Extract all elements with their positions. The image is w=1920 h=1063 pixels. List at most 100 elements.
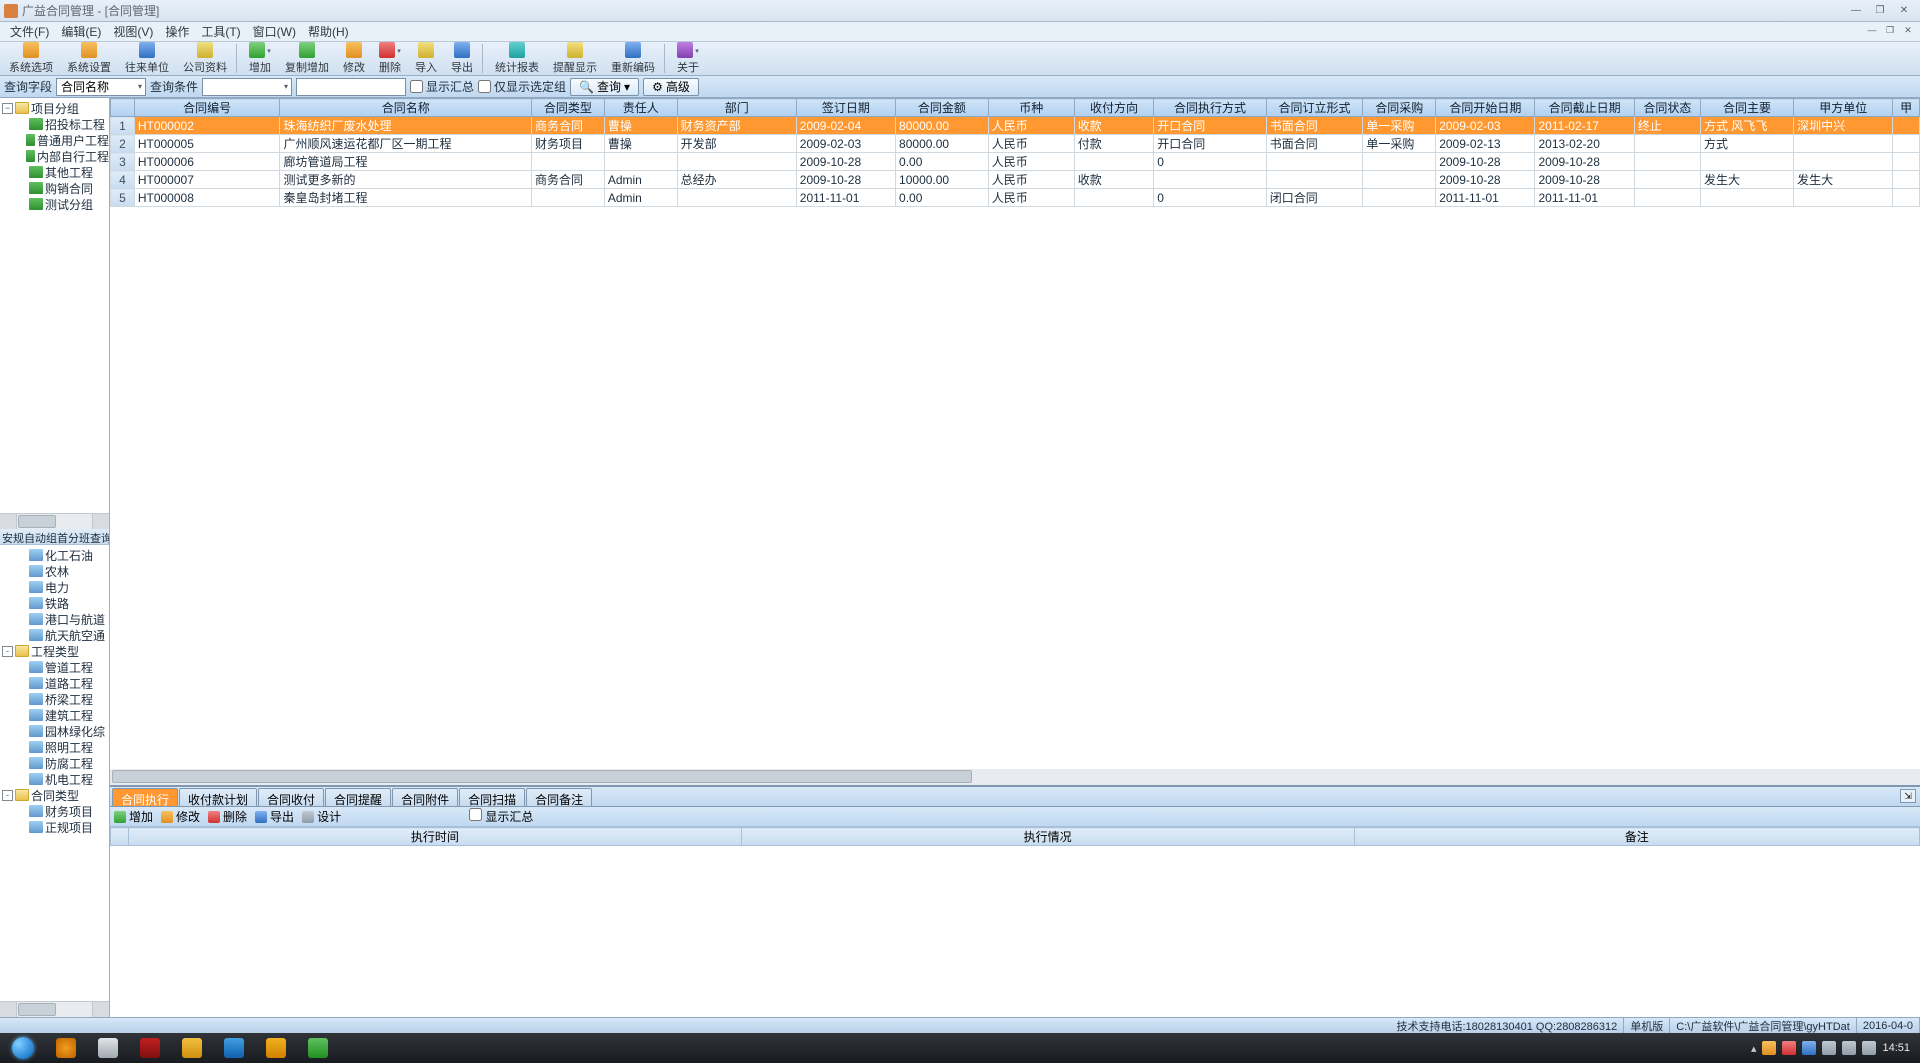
tree-item[interactable]: 普通用户工程 [0,132,109,148]
mdi-min-button[interactable]: — [1864,23,1880,37]
contract-grid[interactable]: 合同编号合同名称合同类型责任人部门签订日期合同金额币种收付方向合同执行方式合同订… [110,98,1920,785]
company-button[interactable]: 公司资料 [176,42,234,75]
col-header[interactable]: 合同主要 [1700,99,1793,117]
tree-item[interactable]: 电力 [0,579,109,595]
export-button[interactable]: 导出 [444,42,480,75]
col-header[interactable]: 责任人 [604,99,677,117]
maximize-button[interactable]: ❐ [1868,3,1892,19]
col-header[interactable]: 合同名称 [280,99,532,117]
tree-item[interactable]: 照明工程 [0,739,109,755]
tray-icon[interactable] [1862,1041,1876,1055]
delete-button[interactable]: ▾删除 [372,42,408,75]
tree-top-hscroll[interactable] [0,513,109,529]
detail-增加-button[interactable]: 增加 [114,808,153,825]
tree-item[interactable]: 防腐工程 [0,755,109,771]
detail-tab[interactable]: 合同附件 [392,788,458,806]
contacts-button[interactable]: 往来单位 [118,42,176,75]
detail-col[interactable]: 执行情况 [741,828,1354,846]
col-header[interactable]: 合同类型 [531,99,604,117]
query-button[interactable]: 🔍 查询 ▾ [570,78,639,96]
remind-button[interactable]: 提醒显示 [546,42,604,75]
taskbar-app[interactable] [214,1035,254,1061]
menu-窗口(W)[interactable]: 窗口(W) [247,21,302,42]
taskbar-app[interactable] [256,1035,296,1061]
col-header[interactable]: 甲 [1893,99,1920,117]
taskbar-app[interactable] [88,1035,128,1061]
tree-item[interactable]: 管道工程 [0,659,109,675]
col-header[interactable]: 合同金额 [896,99,989,117]
only-selected-check[interactable]: 仅显示选定组 [478,78,566,95]
tree-root[interactable]: −项目分组 [0,100,109,116]
col-header[interactable]: 签订日期 [796,99,895,117]
table-row[interactable]: 5HT000008秦皇岛封堵工程Admin2011-11-010.00人民币0闭… [111,189,1920,207]
col-header[interactable]: 币种 [988,99,1074,117]
col-header[interactable]: 合同采购 [1363,99,1436,117]
tree-item[interactable]: 测试分组 [0,196,109,212]
detail-tab[interactable]: 合同扫描 [459,788,525,806]
detail-tab[interactable]: 合同收付 [258,788,324,806]
col-header[interactable]: 合同截止日期 [1535,99,1634,117]
detail-expand-button[interactable]: ⇲ [1900,789,1916,803]
detail-grid[interactable]: 执行时间执行情况备注 [110,827,1920,846]
tree-item[interactable]: 其他工程 [0,164,109,180]
table-row[interactable]: 4HT000007测试更多新的商务合同Admin总经办2009-10-28100… [111,171,1920,189]
start-button[interactable] [4,1035,42,1061]
copyadd-button[interactable]: 复制增加 [278,42,336,75]
minimize-button[interactable]: — [1844,3,1868,19]
taskbar-app[interactable] [46,1035,86,1061]
detail-summary-check[interactable]: 显示汇总 [469,808,533,825]
sysopt-button[interactable]: 系统选项 [2,42,60,75]
col-header[interactable]: 合同执行方式 [1154,99,1267,117]
query-value-input[interactable] [296,78,406,96]
project-tree[interactable]: −项目分组招投标工程普通用户工程内部自行工程其他工程购销合同测试分组 [0,98,109,214]
detail-tab[interactable]: 合同提醒 [325,788,391,806]
col-header[interactable]: 合同状态 [1634,99,1700,117]
tree-bottom-hscroll[interactable] [0,1001,109,1017]
menu-帮助(H)[interactable]: 帮助(H) [302,21,355,42]
taskbar-app[interactable] [172,1035,212,1061]
col-header[interactable]: 部门 [677,99,796,117]
show-summary-check[interactable]: 显示汇总 [410,78,474,95]
tray-chevron-icon[interactable]: ▴ [1751,1042,1757,1055]
detail-tab[interactable]: 收付款计划 [179,788,257,806]
col-header[interactable]: 合同订立形式 [1266,99,1363,117]
clock[interactable]: 14:51 [1882,1042,1910,1054]
detail-tab[interactable]: 合同执行 [112,788,178,806]
tree-item[interactable]: 机电工程 [0,771,109,787]
col-header[interactable]: 合同开始日期 [1436,99,1535,117]
tree-item[interactable]: 化工石油 [0,547,109,563]
menu-操作[interactable]: 操作 [159,21,195,42]
col-header[interactable]: 甲方单位 [1794,99,1893,117]
close-button[interactable]: ✕ [1892,3,1916,19]
col-header[interactable]: 合同编号 [134,99,280,117]
report-button[interactable]: 统计报表 [488,42,546,75]
detail-col[interactable]: 备注 [1354,828,1920,846]
menu-文件(F)[interactable]: 文件(F) [4,21,55,42]
tree-item[interactable]: 铁路 [0,595,109,611]
table-row[interactable]: 3HT000006廊坊管道局工程2009-10-280.00人民币02009-1… [111,153,1920,171]
tree-item[interactable]: 正规项目 [0,819,109,835]
tree-item[interactable]: 购销合同 [0,180,109,196]
grid-hscroll[interactable] [110,769,1920,785]
tree-item[interactable]: 内部自行工程 [0,148,109,164]
tree-item[interactable]: -工程类型 [0,643,109,659]
mdi-close-button[interactable]: ✕ [1900,23,1916,37]
tree-item[interactable]: 桥梁工程 [0,691,109,707]
edit-button[interactable]: 修改 [336,42,372,75]
tray-icon[interactable] [1822,1041,1836,1055]
recode-button[interactable]: 重新编码 [604,42,662,75]
tree-item[interactable]: 道路工程 [0,675,109,691]
tree-item[interactable]: 财务项目 [0,803,109,819]
tree-item[interactable]: 建筑工程 [0,707,109,723]
detail-导出-button[interactable]: 导出 [255,808,294,825]
query-cond-combo[interactable] [202,78,292,96]
tree-item[interactable]: 航天航空通 [0,627,109,643]
tree-item[interactable]: 园林绿化综 [0,723,109,739]
menu-视图(V)[interactable]: 视图(V) [107,21,159,42]
import-button[interactable]: 导入 [408,42,444,75]
mdi-restore-button[interactable]: ❐ [1882,23,1898,37]
detail-col[interactable]: 执行时间 [129,828,742,846]
tree-item[interactable]: -合同类型 [0,787,109,803]
tree-item[interactable]: 招投标工程 [0,116,109,132]
query-field-combo[interactable]: 合同名称 [56,78,146,96]
